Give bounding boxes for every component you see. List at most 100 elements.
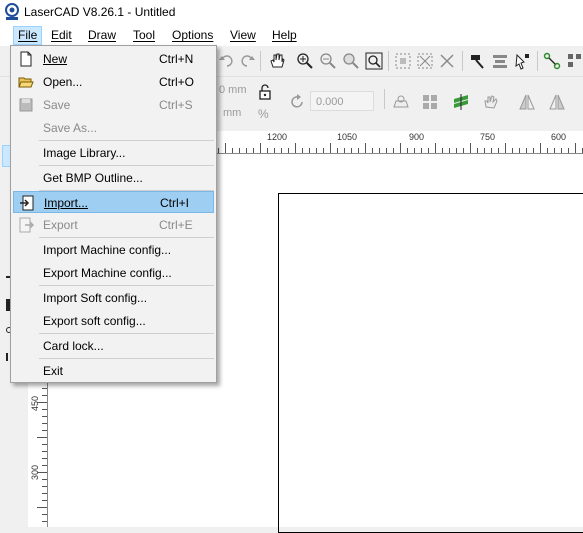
ruler-tick [37,507,47,508]
machine-icon[interactable] [392,93,410,111]
ruler-label: 900 [409,132,425,142]
align-icon[interactable] [491,52,509,70]
menu-item-label: Save As... [43,121,98,135]
ruler-tick [42,486,47,487]
menu-separator [39,333,214,334]
ruler-tick [302,148,303,153]
menu-item-shortcut: Ctrl+S [159,98,193,112]
mirror-horizontal-icon[interactable] [518,93,536,111]
file-menu-get-bmp-outline[interactable]: Get BMP Outline... [13,167,214,189]
ruler-tick [267,148,268,153]
menu-draw[interactable]: Draw [84,27,120,44]
ruler-tick [42,514,47,515]
open-folder-icon [18,77,34,88]
ruler-tick [414,148,415,153]
path-optimize-icon[interactable] [543,52,561,70]
size-unit-label: 0 mm [219,84,247,96]
file-menu-import-machine-config[interactable]: Import Machine config... [13,239,214,261]
file-menu-new[interactable]: New Ctrl+N [13,48,214,70]
menu-edit[interactable]: Edit [47,27,76,44]
ruler-tick [42,430,47,431]
save-disk-icon [19,98,33,112]
menu-view[interactable]: View [226,27,260,44]
zoom-window-icon[interactable] [342,52,360,70]
file-menu-import[interactable]: Import... Ctrl+I [13,191,214,213]
file-menu-dropdown: New Ctrl+N Open... Ctrl+O Save Ctrl+S Sa… [10,45,217,383]
file-menu-export-soft-config[interactable]: Export soft config... [13,310,214,332]
zoom-out-icon[interactable] [319,52,337,70]
zoom-in-icon[interactable] [296,52,314,70]
ruler-tick [351,148,352,153]
menu-item-shortcut: Ctrl+O [159,75,195,89]
title-bar: LaserCAD V8.26.1 - Untitled [0,0,583,24]
ruler-label: 450 [30,395,40,411]
file-menu-save[interactable]: Save Ctrl+S [13,94,214,116]
menu-tool[interactable]: Tool [129,27,159,44]
undo-icon[interactable] [218,52,236,70]
ruler-tick [42,451,47,452]
export-icon [19,217,34,233]
ruler-tick [42,493,47,494]
array-grid-icon[interactable] [566,52,583,70]
ruler-tick [218,148,219,153]
ruler-tick [42,423,47,424]
ruler-tick [547,148,548,153]
menu-item-shortcut: Ctrl+N [159,52,194,66]
toolbar-separator [260,51,261,71]
file-menu-exit[interactable]: Exit [13,360,214,382]
fill-hatch-icon[interactable] [452,93,470,111]
ruler-tick [316,148,317,153]
file-menu-open[interactable]: Open... Ctrl+O [13,71,214,93]
group-icon[interactable] [394,52,412,70]
ruler-label: 600 [551,132,567,142]
hammer-tool-icon[interactable] [468,52,486,70]
redo-icon[interactable] [238,52,256,70]
ruler-tick [225,143,226,153]
ruler-tick [37,437,47,438]
ruler-tick [470,143,471,153]
ruler-tick [386,148,387,153]
file-menu-export[interactable]: Export Ctrl+E [13,214,214,236]
layers-grid-icon[interactable] [421,93,439,111]
file-menu-card-lock[interactable]: Card lock... [13,335,214,357]
file-menu-save-as[interactable]: Save As... [13,117,214,139]
ruler-tick [463,148,464,153]
ruler-tick [295,143,296,153]
menu-bar: File Edit Draw Tool Options View Help [0,24,583,46]
size-unit-label: mm [223,107,242,119]
ruler-tick [337,148,338,153]
rotate-icon [291,94,303,108]
import-icon [20,195,34,211]
ruler-tick [442,148,443,153]
break-apart-icon[interactable] [438,52,456,70]
menu-item-label: Open... [43,75,83,89]
menu-item-label: Image Library... [43,146,126,160]
app-logo-icon [5,3,19,20]
menu-help[interactable]: Help [268,27,301,44]
ruler-tick [281,148,282,153]
file-menu-image-library[interactable]: Image Library... [13,142,214,164]
ruler-label: 1200 [267,132,288,142]
zoom-page-icon[interactable] [365,52,383,70]
ruler-tick [42,458,47,459]
node-edit-icon[interactable] [514,52,532,70]
file-menu-import-soft-config[interactable]: Import Soft config... [13,287,214,309]
ungroup-icon[interactable] [416,52,434,70]
file-menu-export-machine-config[interactable]: Export Machine config... [13,262,214,284]
hand-tool-icon[interactable] [482,93,500,111]
toolbar-separator [388,51,389,71]
menu-item-label: Export Machine config... [43,266,172,280]
ruler-tick [561,148,562,153]
ruler-tick [379,148,380,153]
pan-hand-icon[interactable] [268,52,286,70]
mirror-vertical-icon[interactable] [548,93,566,111]
lock-ratio-icon[interactable] [256,83,274,101]
menu-item-label: New [43,52,68,66]
rotate-angle-input[interactable]: 0.000 [310,91,374,111]
menu-options[interactable]: Options [168,27,217,44]
menu-file[interactable]: File [13,26,43,45]
ruler-tick [42,521,47,522]
menu-separator [39,237,214,238]
ruler-tick [42,395,47,396]
menu-separator [39,358,214,359]
